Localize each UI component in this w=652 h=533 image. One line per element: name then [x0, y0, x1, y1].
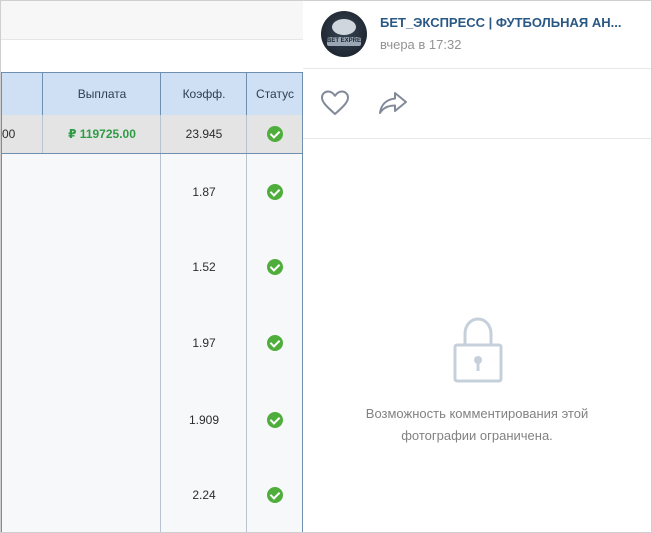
- post-time-link[interactable]: вчера в 17:32: [380, 37, 461, 52]
- row-status: [246, 458, 303, 532]
- comments-restricted-message: Возможность комментирования этой фотогра…: [327, 403, 627, 447]
- restricted-line-1: Возможность комментирования этой: [365, 406, 589, 421]
- row-coef: 1.97: [160, 305, 247, 381]
- restricted-line-2: фотографии ограничена.: [401, 428, 553, 443]
- check-circle-icon: [267, 487, 283, 503]
- lock-icon: [453, 317, 503, 383]
- bet-table: Выплата Коэфф. Статус 00 ₽ 119725.00 23.…: [1, 72, 303, 532]
- table-row: 1.97: [2, 305, 302, 382]
- table-row: 2.24: [2, 458, 302, 532]
- check-circle-icon: [267, 183, 283, 200]
- post-actions: [303, 68, 651, 139]
- row-coef: 1.909: [160, 381, 247, 458]
- post-panel: BET EXPRESS БЕТ_ЭКСПРЕСС | ФУТБОЛЬНАЯ АН…: [303, 1, 651, 532]
- header-payout: Выплата: [42, 73, 161, 115]
- check-circle-icon: [267, 411, 283, 428]
- header-coef: Коэфф.: [160, 73, 247, 115]
- photo-topbar: [1, 1, 303, 40]
- total-amount-text: 00: [2, 127, 16, 141]
- table-header: Выплата Коэфф. Статус: [2, 72, 302, 116]
- row-coef: 1.52: [160, 229, 247, 305]
- heart-icon[interactable]: [321, 90, 349, 116]
- check-circle-icon: [267, 126, 283, 142]
- row-status: [246, 154, 303, 229]
- check-circle-icon: [267, 335, 283, 351]
- share-arrow-icon[interactable]: [378, 90, 408, 116]
- header-status: Статус: [246, 73, 303, 115]
- table-row-total: 00 ₽ 119725.00 23.945: [2, 115, 302, 154]
- row-status: [246, 305, 303, 381]
- avatar-logo-text: BET EXPRESS: [327, 38, 361, 44]
- table-row: 1.909: [2, 381, 302, 459]
- check-circle-icon: [267, 259, 283, 275]
- header-cell-cut: [2, 73, 42, 115]
- total-amount-cut: 00: [2, 115, 42, 153]
- total-status: [246, 115, 303, 153]
- photo-viewer: Выплата Коэфф. Статус 00 ₽ 119725.00 23.…: [0, 0, 652, 533]
- total-payout: ₽ 119725.00: [42, 115, 161, 153]
- table-row: 1.87: [2, 154, 302, 230]
- row-coef: 2.24: [160, 458, 247, 532]
- row-status: [246, 381, 303, 458]
- row-status: [246, 229, 303, 305]
- photo-area[interactable]: Выплата Коэфф. Статус 00 ₽ 119725.00 23.…: [1, 1, 303, 532]
- row-coef: 1.87: [160, 154, 247, 229]
- avatar-ball: [332, 19, 356, 35]
- author-name-link[interactable]: БЕТ_ЭКСПРЕСС | ФУТБОЛЬНАЯ АН...: [380, 15, 640, 30]
- total-coef: 23.945: [160, 115, 247, 153]
- table-row: 1.52: [2, 229, 302, 306]
- post-header: BET EXPRESS БЕТ_ЭКСПРЕСС | ФУТБОЛЬНАЯ АН…: [303, 1, 651, 69]
- avatar[interactable]: BET EXPRESS: [321, 11, 367, 57]
